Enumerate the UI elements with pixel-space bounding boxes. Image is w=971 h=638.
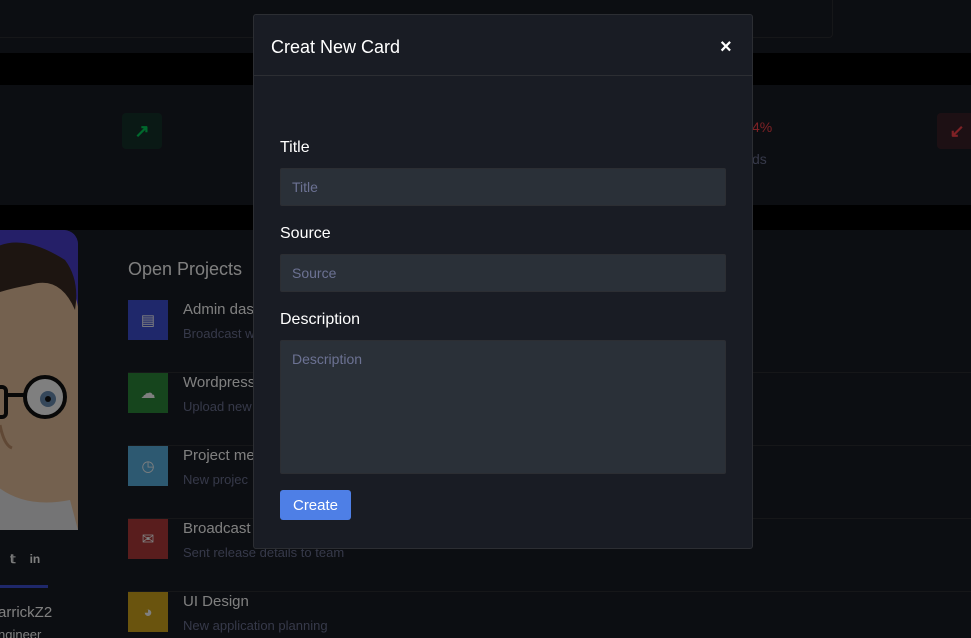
title-label: Title xyxy=(280,139,310,156)
source-field[interactable] xyxy=(280,254,726,292)
create-card-modal: Creat New Card × Title Source Descriptio… xyxy=(253,14,753,549)
source-label: Source xyxy=(280,225,331,242)
create-button[interactable]: Create xyxy=(280,490,351,520)
description-field[interactable] xyxy=(280,340,726,474)
modal-title: Creat New Card xyxy=(271,37,401,57)
modal-header: Creat New Card × xyxy=(254,15,752,76)
close-icon[interactable]: × xyxy=(720,37,732,57)
description-label: Description xyxy=(280,311,361,328)
title-field[interactable] xyxy=(280,168,726,206)
